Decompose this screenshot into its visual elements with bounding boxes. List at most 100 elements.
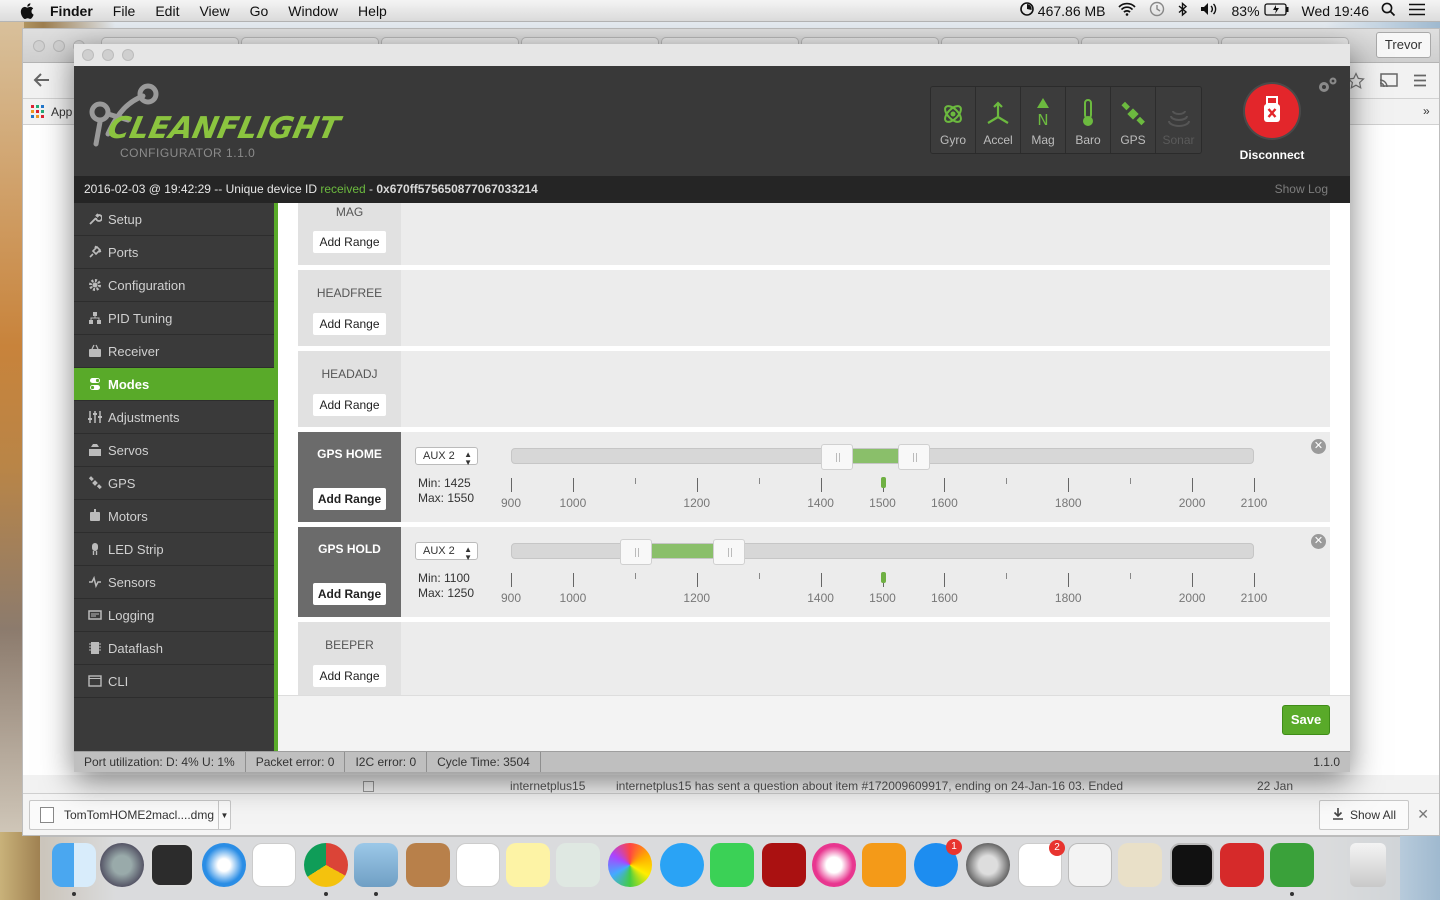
activity-monitor-icon[interactable]: [150, 843, 194, 887]
time-machine-icon[interactable]: [1148, 1, 1166, 20]
window-minimize-icon[interactable]: [102, 49, 114, 61]
add-range-button[interactable]: Add Range: [313, 231, 386, 253]
modes-content: MAG Add Range HEADFREE Add Range HEADADJ…: [278, 203, 1350, 751]
notification-center-icon[interactable]: [1408, 3, 1426, 19]
cleanflight-dock-icon[interactable]: [1270, 843, 1314, 896]
launchpad-icon[interactable]: [100, 843, 144, 887]
ibooks-icon[interactable]: [862, 843, 906, 887]
sidebar-item-adjustments[interactable]: Adjustments: [74, 401, 274, 434]
chrome-minimize-icon[interactable]: [53, 40, 65, 52]
sidebar-item-pid-tuning[interactable]: PID Tuning: [74, 302, 274, 335]
checkbox-icon[interactable]: [363, 781, 374, 792]
disconnect-button[interactable]: Disconnect: [1234, 84, 1310, 162]
add-range-button[interactable]: Add Range: [313, 583, 386, 605]
save-button[interactable]: Save: [1282, 705, 1330, 735]
aux-channel-select[interactable]: AUX 2 ▲ ▼: [415, 542, 478, 562]
memory-meter-icon[interactable]: [1019, 2, 1034, 19]
photo-booth-icon[interactable]: [762, 843, 806, 887]
textedit-icon[interactable]: [1068, 843, 1112, 887]
battery-readout[interactable]: 83%: [1232, 3, 1260, 19]
messages-icon[interactable]: [660, 843, 704, 887]
menubar-clock[interactable]: Wed 19:46: [1302, 3, 1369, 19]
window-zoom-icon[interactable]: [122, 49, 134, 61]
itunes-icon[interactable]: [812, 843, 856, 887]
terminal-graph-icon[interactable]: [1170, 843, 1214, 887]
add-range-button[interactable]: Add Range: [313, 665, 386, 687]
spotlight-search-icon[interactable]: [1381, 2, 1396, 20]
bookmarks-overflow-icon[interactable]: »: [1423, 104, 1430, 118]
menu-app-name[interactable]: Finder: [50, 3, 93, 19]
app-store-icon[interactable]: 1: [914, 839, 962, 887]
memory-readout[interactable]: 467.86 MB: [1038, 3, 1106, 19]
volume-icon[interactable]: [1200, 2, 1220, 19]
system-preferences-icon[interactable]: [966, 843, 1010, 887]
bookmark-apps-label[interactable]: App: [51, 105, 72, 119]
sidebar-item-motors[interactable]: Motors: [74, 500, 274, 533]
finder-icon[interactable]: [52, 843, 96, 896]
battery-icon[interactable]: [1263, 2, 1290, 19]
photos-icon[interactable]: [608, 843, 652, 887]
aux-channel-select[interactable]: AUX 2 ▲ ▼: [415, 447, 478, 467]
settings-gear-icon[interactable]: [1316, 76, 1338, 97]
safari-icon[interactable]: [202, 843, 246, 887]
app-grid-icon[interactable]: [252, 843, 296, 887]
range-slider[interactable]: [511, 539, 1254, 565]
download-menu-chevron-icon[interactable]: ▼: [218, 800, 230, 830]
menu-go[interactable]: Go: [250, 3, 269, 19]
chrome-close-icon[interactable]: [33, 40, 45, 52]
range-max-handle[interactable]: [898, 444, 931, 470]
sketchup-icon[interactable]: [1220, 843, 1264, 887]
range-min-handle[interactable]: [619, 539, 652, 565]
range-max-handle[interactable]: [712, 539, 745, 565]
contacts-icon[interactable]: [406, 843, 450, 887]
reminders-icon[interactable]: 2: [1018, 840, 1065, 887]
add-range-button[interactable]: Add Range: [313, 394, 386, 416]
window-close-icon[interactable]: [82, 49, 94, 61]
accel-icon: [987, 101, 1009, 124]
sidebar-item-modes[interactable]: Modes: [74, 368, 274, 401]
trash-icon[interactable]: [1350, 843, 1386, 887]
close-downloads-icon[interactable]: ✕: [1417, 806, 1429, 823]
cast-icon[interactable]: [1379, 73, 1399, 92]
bluetooth-icon[interactable]: [1178, 1, 1188, 20]
apps-grid-icon[interactable]: [31, 105, 45, 122]
notes-icon[interactable]: [506, 843, 550, 887]
sidebar-item-cli[interactable]: CLI: [74, 665, 274, 698]
sidebar-item-dataflash[interactable]: Dataflash: [74, 632, 274, 665]
sidebar-item-receiver[interactable]: Receiver: [74, 335, 274, 368]
apple-icon[interactable]: [18, 2, 36, 20]
wifi-icon[interactable]: [1117, 2, 1136, 19]
sidebar-item-gps[interactable]: GPS: [74, 467, 274, 500]
menu-help[interactable]: Help: [358, 3, 387, 19]
back-arrow-icon[interactable]: [33, 71, 51, 92]
show-log-link[interactable]: Show Log: [1275, 176, 1328, 203]
menu-window[interactable]: Window: [288, 3, 338, 19]
sidebar-item-logging[interactable]: Logging: [74, 599, 274, 632]
show-all-downloads-button[interactable]: Show All: [1318, 800, 1409, 830]
menu-edit[interactable]: Edit: [155, 3, 179, 19]
calendar-icon[interactable]: [456, 843, 500, 887]
remove-range-close-icon[interactable]: ✕: [1311, 439, 1326, 454]
pages-icon[interactable]: [1118, 843, 1162, 887]
range-min-handle[interactable]: [821, 444, 854, 470]
sidebar-item-servos[interactable]: Servos: [74, 434, 274, 467]
add-range-button[interactable]: Add Range: [313, 488, 386, 510]
sidebar-item-led-strip[interactable]: LED Strip: [74, 533, 274, 566]
add-range-button[interactable]: Add Range: [313, 313, 386, 335]
sidebar-item-sensors[interactable]: Sensors: [74, 566, 274, 599]
menu-file[interactable]: File: [113, 3, 136, 19]
range-slider[interactable]: [511, 444, 1254, 470]
menu-view[interactable]: View: [199, 3, 229, 19]
chrome-menu-icon[interactable]: [1413, 74, 1427, 90]
download-item[interactable]: TomTomHOME2macl....dmg ▼: [29, 800, 231, 830]
preview-icon[interactable]: [354, 843, 398, 896]
sidebar-item-ports[interactable]: Ports: [74, 236, 274, 269]
maps-icon[interactable]: [556, 843, 600, 887]
sidebar-item-setup[interactable]: Setup: [74, 203, 274, 236]
chrome-user-button[interactable]: Trevor: [1375, 32, 1431, 58]
sidebar-item-configuration[interactable]: Configuration: [74, 269, 274, 302]
sensor-gps: GPS: [1111, 87, 1156, 153]
facetime-icon[interactable]: [710, 843, 754, 887]
chrome-icon[interactable]: [304, 843, 348, 896]
remove-range-close-icon[interactable]: ✕: [1311, 534, 1326, 549]
